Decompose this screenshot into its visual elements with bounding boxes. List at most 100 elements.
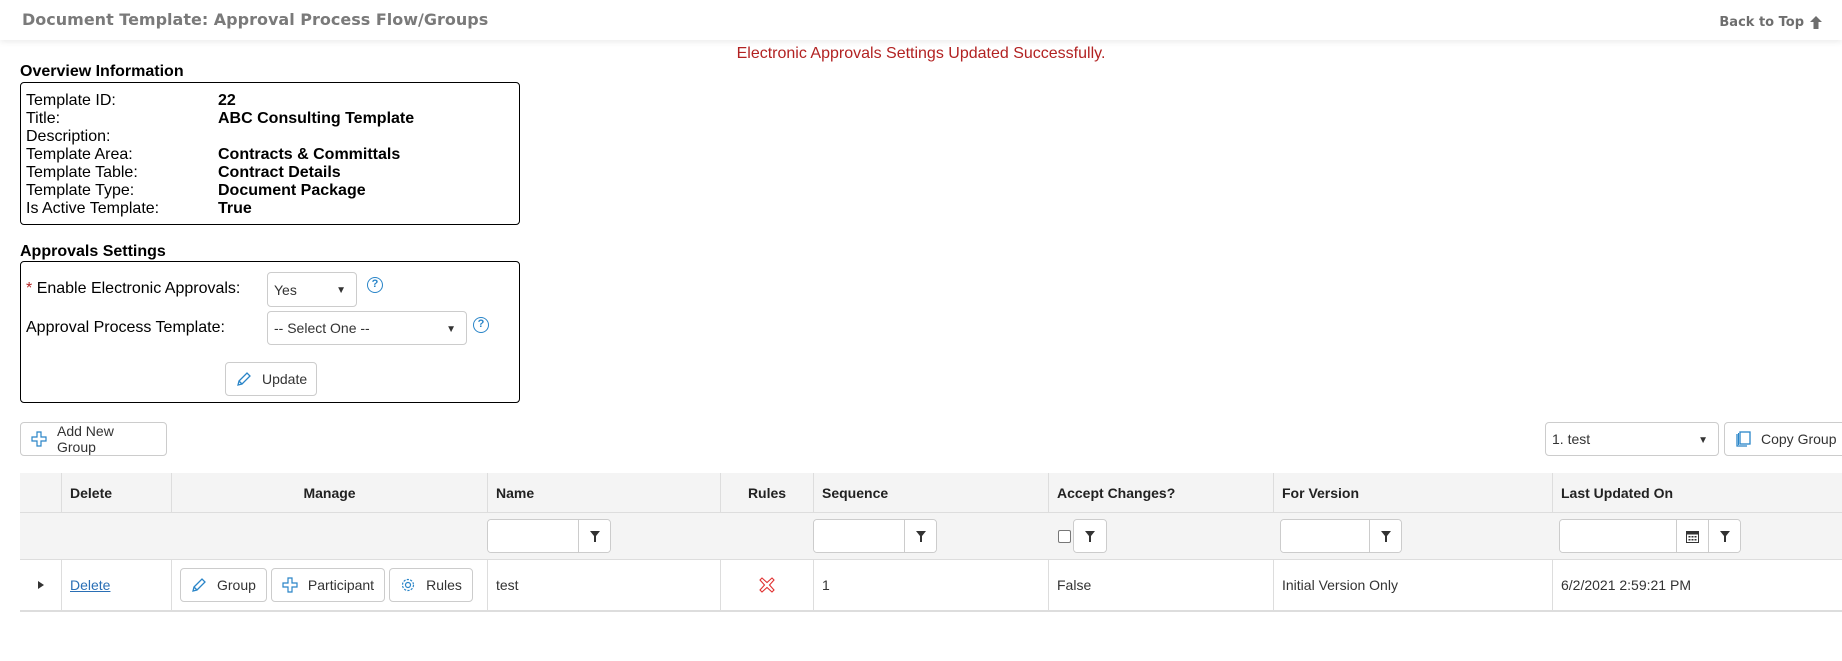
approval-template-label: Approval Process Template:: [26, 319, 225, 336]
overview-label: Title:: [26, 110, 61, 127]
filter-button[interactable]: [1369, 520, 1401, 552]
column-header-expand: [20, 473, 61, 512]
copy-group-label: Copy Group: [1761, 431, 1837, 447]
accept-changes-filter-checkbox[interactable]: [1058, 529, 1071, 543]
sequence-filter: [813, 519, 937, 553]
column-header-manage[interactable]: Manage: [171, 473, 487, 512]
name-cell: test: [487, 560, 720, 610]
filter-button[interactable]: [904, 520, 936, 552]
overview-row-template-table: Template Table: Contract Details: [21, 164, 519, 182]
gear-icon: [401, 578, 415, 592]
overview-label: Is Active Template:: [26, 200, 160, 217]
help-icon[interactable]: ?: [473, 317, 489, 333]
red-x-icon: [759, 577, 775, 593]
accept-changes-filter-cell: [1028, 513, 1253, 559]
sequence-filter-input[interactable]: [814, 520, 904, 552]
overview-row-template-type: Template Type: Document Package: [21, 182, 519, 200]
name-filter: [487, 519, 611, 553]
overview-row-template-area: Template Area: Contracts & Committals: [21, 146, 519, 164]
for-version-filter-cell: [1253, 513, 1532, 559]
overview-box: Template ID: 22 Title: ABC Consulting Temp…: [20, 82, 520, 225]
overview-value: ABC Consulting Template: [218, 110, 415, 127]
filter-button[interactable]: [1708, 520, 1740, 552]
filter-button[interactable]: [578, 520, 610, 552]
calendar-button[interactable]: [1676, 520, 1708, 552]
overview-row-template-id: Template ID: 22: [21, 92, 519, 110]
name-filter-input[interactable]: [488, 520, 578, 552]
update-button-label: Update: [262, 371, 308, 387]
plus-icon: [282, 577, 298, 593]
groups-grid: Delete Manage Name Rules Sequence Accept…: [20, 473, 1842, 612]
filter-icon: [1719, 530, 1730, 542]
last-updated-cell: 6/2/2021 2:59:21 PM: [1552, 560, 1842, 610]
delete-link[interactable]: Delete: [70, 577, 110, 593]
for-version-filter: [1280, 519, 1402, 553]
overview-label: Template Table:: [26, 164, 138, 181]
overview-row-description: Description:: [21, 128, 519, 146]
filter-icon: [1380, 530, 1391, 542]
column-header-delete[interactable]: Delete: [61, 473, 171, 512]
delete-cell: Delete: [61, 560, 171, 610]
column-header-sequence[interactable]: Sequence: [813, 473, 1048, 512]
page-title: Document Template: Approval Process Flow…: [22, 10, 489, 29]
approval-template-value: -- Select One --: [274, 320, 370, 336]
manage-cell: Group Participant Rules: [171, 560, 487, 610]
overview-section-title: Overview Information: [20, 63, 184, 80]
enable-approvals-label: * Enable Electronic Approvals:: [26, 280, 240, 298]
copy-group-button[interactable]: Copy Group: [1724, 422, 1842, 456]
table-row: Delete Group Participant Rules test 1 Fa…: [20, 560, 1842, 612]
column-header-accept-changes[interactable]: Accept Changes?: [1048, 473, 1273, 512]
edit-group-label: Group: [217, 577, 256, 593]
overview-row-is-active: Is Active Template: True: [21, 200, 519, 218]
grid-header-row: Delete Manage Name Rules Sequence Accept…: [20, 473, 1842, 513]
overview-label: Template Type:: [26, 182, 135, 199]
top-bar: Document Template: Approval Process Flow…: [0, 0, 1842, 40]
pencil-icon: [237, 372, 251, 386]
enable-approvals-label-text: Enable Electronic Approvals:: [36, 280, 241, 297]
plus-icon: [31, 431, 47, 447]
back-to-top-label: Back to Top: [1719, 15, 1804, 30]
approval-template-select[interactable]: -- Select One -- ▼: [267, 311, 467, 345]
help-icon[interactable]: ?: [367, 277, 383, 293]
arrow-up-icon: [1810, 16, 1822, 29]
overview-value: Contracts & Committals: [218, 146, 401, 163]
enable-approvals-value: Yes: [274, 281, 297, 298]
chevron-down-icon: ▼: [336, 285, 346, 296]
for-version-cell: Initial Version Only: [1273, 560, 1552, 610]
overview-value: Document Package: [218, 182, 366, 199]
update-button[interactable]: Update: [225, 362, 317, 396]
filter-icon: [589, 530, 600, 542]
edit-group-button[interactable]: Group: [180, 568, 267, 602]
sequence-cell: 1: [813, 560, 1048, 610]
filter-button[interactable]: [1074, 520, 1106, 552]
rules-cell: [720, 560, 813, 610]
copy-icon: [1736, 431, 1751, 447]
enable-approvals-select[interactable]: Yes ▼: [267, 272, 357, 307]
approvals-box: * Enable Electronic Approvals: Yes ▼ ? A…: [20, 261, 520, 403]
rules-button[interactable]: Rules: [389, 568, 473, 602]
sequence-filter-cell: [787, 513, 1022, 559]
overview-value: 22: [218, 92, 236, 109]
back-to-top-link[interactable]: Back to Top: [1719, 15, 1822, 30]
grid-filter-row: [20, 513, 1842, 560]
column-header-last-updated[interactable]: Last Updated On: [1552, 473, 1842, 512]
last-updated-filter-cell: [1532, 513, 1822, 559]
copy-group-select[interactable]: 1. test ▼: [1545, 422, 1719, 456]
add-participant-button[interactable]: Participant: [270, 568, 386, 602]
column-header-name[interactable]: Name: [487, 473, 720, 512]
accept-changes-filter: [1073, 519, 1107, 553]
overview-value: Contract Details: [218, 164, 341, 181]
column-header-rules[interactable]: Rules: [720, 473, 813, 512]
for-version-filter-input[interactable]: [1281, 520, 1369, 552]
filter-icon: [1085, 530, 1095, 542]
approvals-section-title: Approvals Settings: [20, 243, 166, 260]
chevron-down-icon: ▼: [446, 324, 456, 335]
overview-label: Template ID:: [26, 92, 116, 109]
column-header-for-version[interactable]: For Version: [1273, 473, 1552, 512]
overview-row-title: Title: ABC Consulting Template: [21, 110, 519, 128]
expand-row-button[interactable]: [20, 560, 61, 610]
pencil-icon: [192, 578, 206, 592]
add-new-group-button[interactable]: Add New Group: [20, 422, 167, 456]
last-updated-filter-input[interactable]: [1560, 520, 1676, 552]
caret-right-icon: [37, 581, 44, 589]
